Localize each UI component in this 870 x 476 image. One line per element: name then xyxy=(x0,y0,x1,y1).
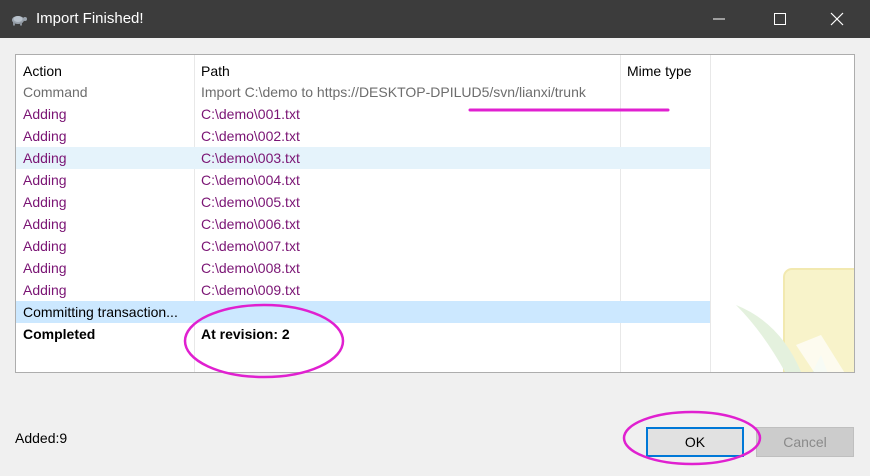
table-row[interactable]: Adding C:\demo\008.txt xyxy=(16,257,710,279)
maximize-button[interactable] xyxy=(757,0,803,38)
row-path: C:\demo\003.txt xyxy=(201,150,300,166)
results-list[interactable]: Action Path Mime type Command Import C:\… xyxy=(15,54,855,373)
row-action: Committing transaction... xyxy=(23,304,178,320)
row-path: C:\demo\008.txt xyxy=(201,260,300,276)
row-action: Adding xyxy=(23,238,67,254)
table-row[interactable]: Command Import C:\demo to https://DESKTO… xyxy=(16,81,710,103)
row-action: Completed xyxy=(23,326,96,342)
table-row[interactable]: Adding C:\demo\004.txt xyxy=(16,169,710,191)
column-header-action[interactable]: Action xyxy=(23,59,62,83)
tortoisesvn-watermark-icon xyxy=(736,268,854,372)
row-path: Import C:\demo to https://DESKTOP-DPILUD… xyxy=(201,84,586,100)
table-row[interactable]: Adding C:\demo\007.txt xyxy=(16,235,710,257)
table-row[interactable]: Adding C:\demo\005.txt xyxy=(16,191,710,213)
table-row[interactable]: Adding C:\demo\009.txt xyxy=(16,279,710,301)
close-icon xyxy=(830,12,844,26)
minimize-button[interactable] xyxy=(696,0,742,38)
added-count: Added:9 xyxy=(15,430,68,446)
ok-button[interactable]: OK xyxy=(646,427,744,457)
row-action: Adding xyxy=(23,128,67,144)
column-header-path[interactable]: Path xyxy=(201,59,230,83)
table-row[interactable]: Adding C:\demo\001.txt xyxy=(16,103,710,125)
title-bar: Import Finished! xyxy=(0,0,870,38)
column-divider xyxy=(710,55,711,372)
minimize-icon xyxy=(713,18,725,20)
row-path: C:\demo\007.txt xyxy=(201,238,300,254)
table-row[interactable]: Adding C:\demo\002.txt xyxy=(16,125,710,147)
row-path: C:\demo\005.txt xyxy=(201,194,300,210)
row-path: At revision: 2 xyxy=(201,326,290,342)
maximize-icon xyxy=(774,13,786,25)
row-path: C:\demo\006.txt xyxy=(201,216,300,232)
row-action: Adding xyxy=(23,260,67,276)
table-row[interactable]: Completed At revision: 2 xyxy=(16,323,710,345)
window-title: Import Finished! xyxy=(36,10,144,27)
row-path: C:\demo\001.txt xyxy=(201,106,300,122)
row-action: Adding xyxy=(23,194,67,210)
row-path: C:\demo\009.txt xyxy=(201,282,300,298)
row-action: Adding xyxy=(23,172,67,188)
table-row[interactable]: Adding C:\demo\003.txt xyxy=(16,147,710,169)
row-action: Adding xyxy=(23,282,67,298)
row-path: C:\demo\002.txt xyxy=(201,128,300,144)
row-action: Adding xyxy=(23,150,67,166)
table-row[interactable]: Committing transaction... xyxy=(16,301,710,323)
row-path: C:\demo\004.txt xyxy=(201,172,300,188)
row-action: Adding xyxy=(23,106,67,122)
row-action: Command xyxy=(23,84,88,100)
close-button[interactable] xyxy=(814,0,860,38)
column-header-mime-type[interactable]: Mime type xyxy=(627,59,692,83)
tortoise-icon xyxy=(12,16,27,26)
table-row[interactable]: Adding C:\demo\006.txt xyxy=(16,213,710,235)
row-action: Adding xyxy=(23,216,67,232)
cancel-button: Cancel xyxy=(756,427,854,457)
